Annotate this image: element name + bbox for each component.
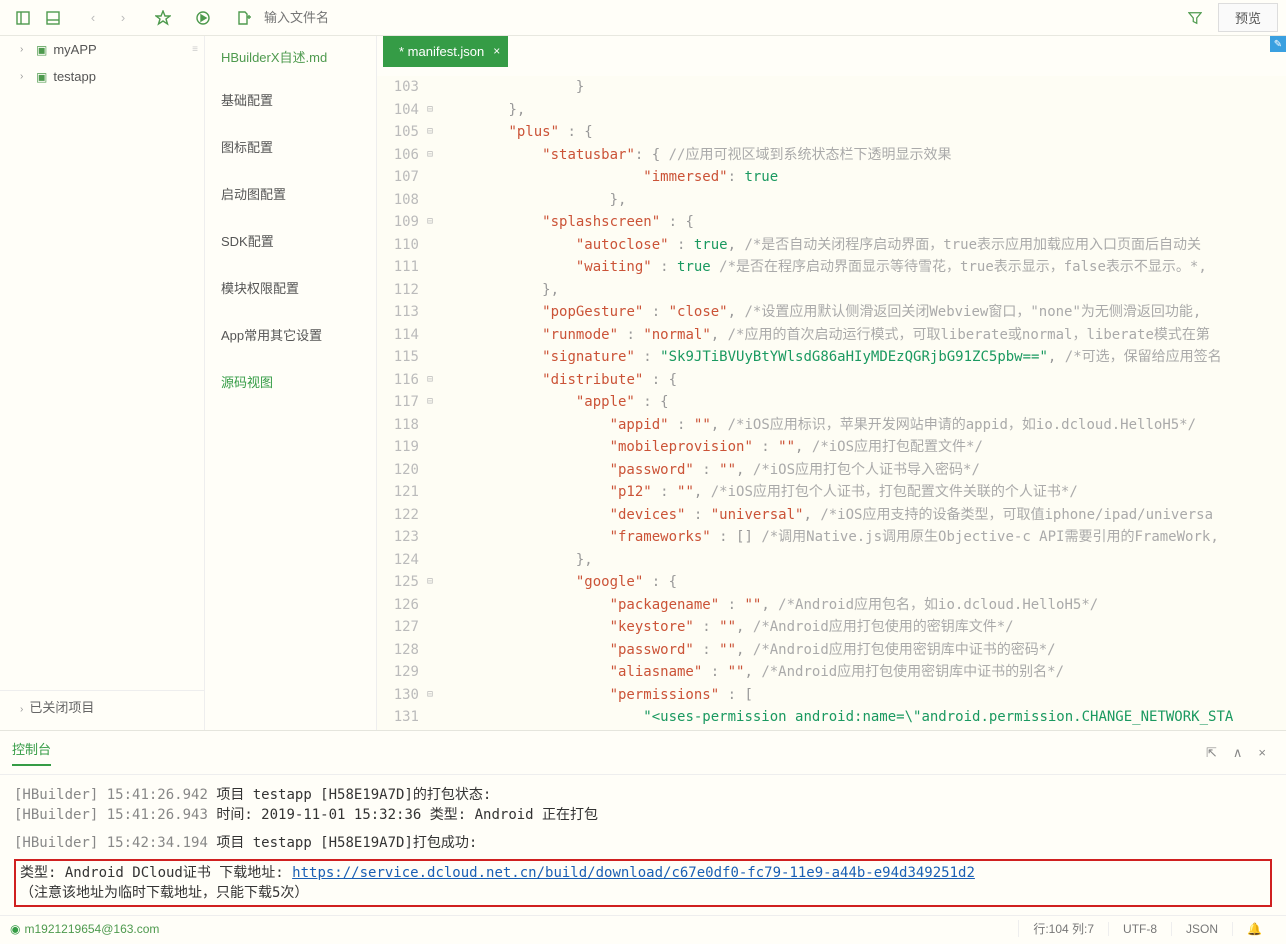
filename-input[interactable] [258, 10, 1180, 25]
tab-label: * manifest.json [399, 44, 484, 59]
nav-back-icon[interactable]: ‹ [78, 4, 108, 32]
tree-item-label: myAPP [53, 42, 96, 57]
download-link[interactable]: https://service.dcloud.net.cn/build/down… [292, 865, 975, 881]
config-item[interactable]: App常用其它设置 [205, 311, 376, 358]
tab-manifest[interactable]: * manifest.json × [383, 36, 508, 67]
toolbar: ‹ › 预览 [0, 0, 1286, 36]
closed-projects[interactable]: ›已关闭项目 [0, 690, 204, 722]
close-icon[interactable]: × [493, 44, 500, 58]
config-item[interactable]: 启动图配置 [205, 170, 376, 217]
panel-left-icon[interactable] [8, 4, 38, 32]
console-tab[interactable]: 控制台 [12, 739, 51, 766]
tree-collapse-icon[interactable]: ≡ [192, 44, 198, 55]
preview-button[interactable]: 预览 [1218, 3, 1278, 32]
config-item[interactable]: SDK配置 [205, 217, 376, 264]
console-panel: 控制台 ⇱ ∧ × [HBuilder] 15:41:26.942 项目 tes… [0, 730, 1286, 915]
status-dot-icon: ◉ [10, 922, 20, 936]
tab-readme[interactable]: HBuilderX自述.md [221, 47, 345, 66]
log-text: （注意该地址为临时下载地址，只能下载5次） [20, 885, 308, 901]
closed-projects-label: 已关闭项目 [29, 700, 94, 715]
tree-item[interactable]: ›▣myAPP [0, 36, 204, 63]
close-console-icon[interactable]: × [1250, 745, 1274, 760]
config-item[interactable]: 图标配置 [205, 123, 376, 170]
project-tree: ≡ ›▣myAPP›▣testapp ›已关闭项目 [0, 36, 205, 730]
filter-icon[interactable] [1180, 11, 1210, 25]
status-bar: ◉ m1921219654@163.com 行:104 列:7 UTF-8 JS… [0, 915, 1286, 941]
user-email[interactable]: m1921219654@163.com [24, 922, 159, 936]
config-sidebar: HBuilderX自述.md 基础配置图标配置启动图配置SDK配置模块权限配置A… [205, 36, 377, 730]
log-text: 类型: Android DCloud证书 下载地址: [20, 865, 292, 881]
config-item[interactable]: 源码视图 [205, 358, 376, 405]
collapse-icon[interactable]: ∧ [1225, 745, 1251, 761]
export-icon[interactable]: ⇱ [1198, 745, 1225, 761]
highlight-box: 类型: Android DCloud证书 下载地址: https://servi… [14, 859, 1272, 907]
run-icon[interactable] [188, 4, 218, 32]
log-tag: [HBuilder] [14, 835, 98, 851]
language-mode[interactable]: JSON [1171, 922, 1232, 936]
new-file-icon[interactable] [228, 4, 258, 32]
config-item[interactable]: 基础配置 [205, 76, 376, 123]
notification-icon[interactable]: 🔔 [1232, 922, 1276, 936]
log-text: 项目 testapp [H58E19A7D]打包成功: [208, 835, 477, 851]
code-editor[interactable]: 1031041051061071081091101111121131141151… [377, 76, 1286, 730]
cursor-position[interactable]: 行:104 列:7 [1018, 920, 1108, 937]
tree-item[interactable]: ›▣testapp [0, 63, 204, 90]
nav-forward-icon[interactable]: › [108, 4, 138, 32]
tree-item-label: testapp [53, 69, 96, 84]
console-output[interactable]: [HBuilder] 15:41:26.942 项目 testapp [H58E… [0, 775, 1286, 917]
side-marker-icon: ✎ [1270, 36, 1286, 52]
panel-bottom-icon[interactable] [38, 4, 68, 32]
log-timestamp: 15:42:34.194 [107, 835, 208, 851]
star-icon[interactable] [148, 4, 178, 32]
encoding[interactable]: UTF-8 [1108, 922, 1171, 936]
config-item[interactable]: 模块权限配置 [205, 264, 376, 311]
editor-area: * manifest.json × 10310410510610710810911… [377, 36, 1286, 730]
